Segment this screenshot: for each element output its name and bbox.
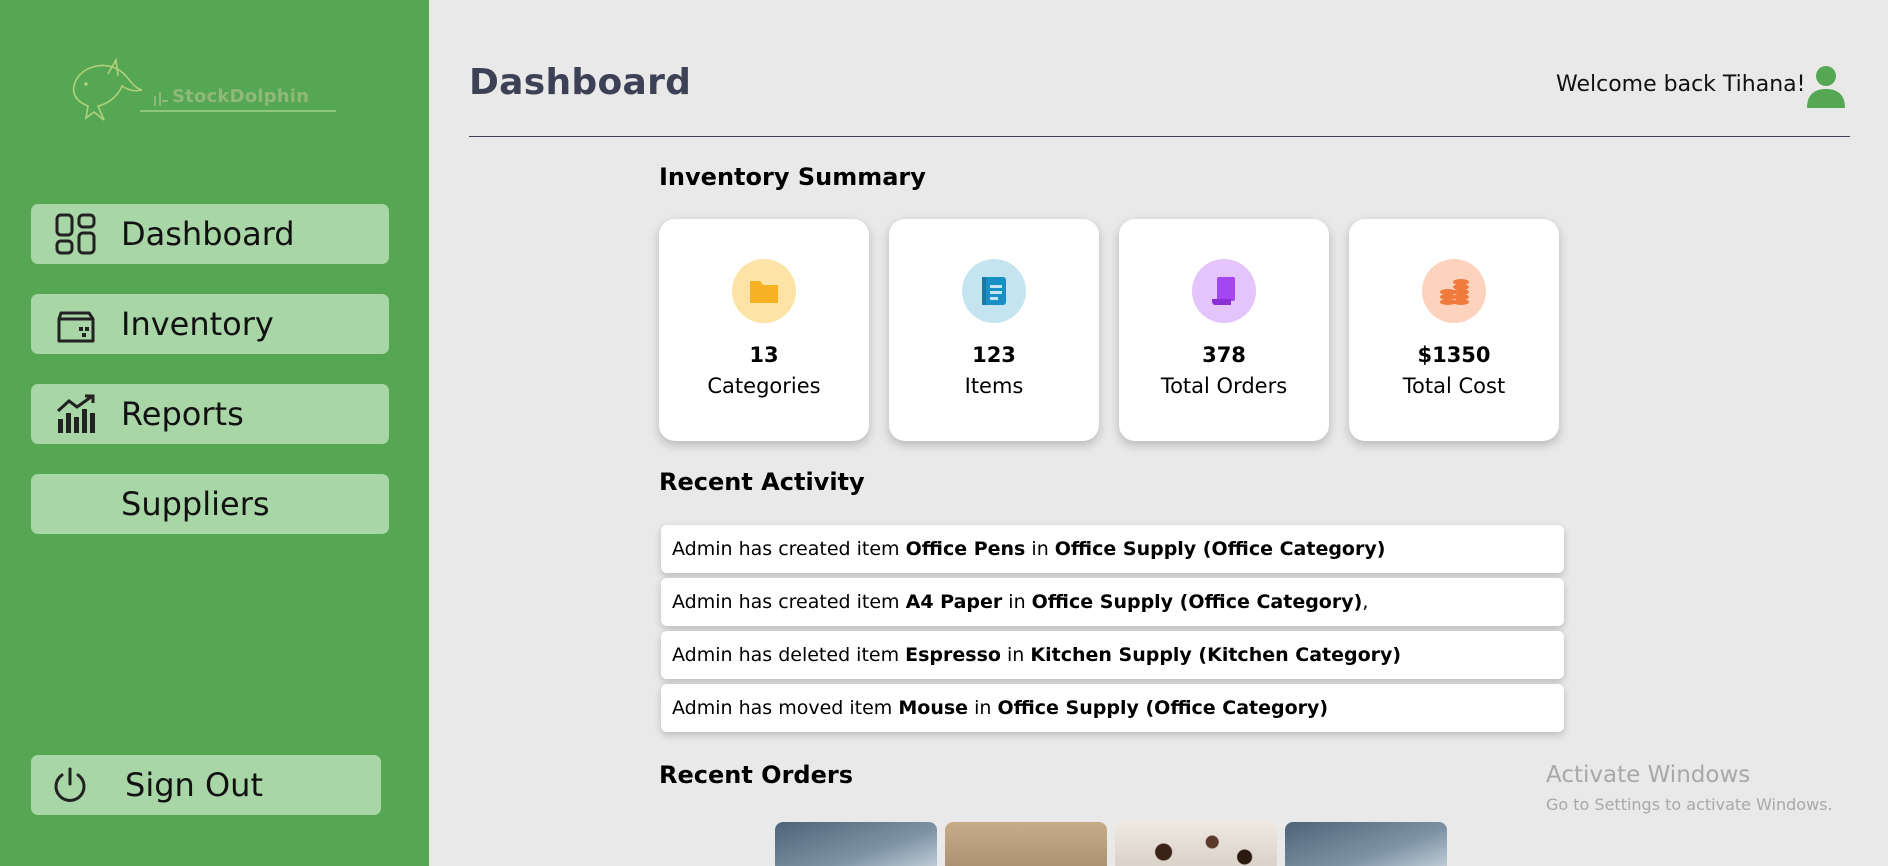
folder-icon (750, 281, 778, 303)
recent-activity-title: Recent Activity (659, 468, 865, 496)
orders-icon-circle (1192, 259, 1256, 323)
activity-suffix: , (1362, 591, 1369, 613)
card-value: $1350 (1417, 343, 1491, 367)
header-divider (469, 136, 1850, 137)
activity-text: Admin has deleted item (672, 644, 906, 666)
sign-out-label: Sign Out (125, 766, 263, 804)
items-icon-circle (962, 259, 1026, 323)
order-thumbnail[interactable] (775, 822, 937, 866)
sign-out-button[interactable]: Sign Out (31, 755, 381, 815)
summary-card-total-orders[interactable]: 378 Total Orders (1119, 219, 1329, 441)
activity-location: Office Supply (Office Category) (1031, 591, 1363, 613)
card-label: Categories (707, 374, 821, 398)
activity-location: Office Supply (Office Category) (997, 697, 1329, 719)
page-title: Dashboard (469, 62, 692, 103)
recent-orders-title: Recent Orders (659, 761, 853, 789)
activity-item-name: Office Pens (905, 538, 1026, 560)
order-thumbnail[interactable] (1285, 822, 1447, 866)
activity-text: Admin has moved item (672, 697, 899, 719)
logo-underline (140, 110, 336, 112)
sidebar-item-dashboard[interactable]: Dashboard (31, 204, 389, 264)
activity-text: in (1002, 591, 1032, 613)
order-thumbnail[interactable] (945, 822, 1107, 866)
coins-icon (1440, 279, 1469, 305)
cost-icon-circle (1422, 259, 1486, 323)
activity-item[interactable]: Admin has created item A4 Paper in Offic… (661, 578, 1564, 626)
categories-icon-circle (732, 259, 796, 323)
activity-text: Admin has created item (672, 591, 906, 613)
activate-windows-title: Activate Windows (1546, 762, 1751, 788)
scroll-icon (1212, 277, 1235, 305)
card-value: 13 (749, 343, 779, 367)
activity-item-name: Mouse (898, 697, 969, 719)
document-icon (982, 277, 1006, 305)
sidebar-item-suppliers[interactable]: Suppliers (31, 474, 389, 534)
activity-text: Admin has created item (672, 538, 906, 560)
card-label: Items (964, 374, 1024, 398)
card-label: Total Cost (1402, 374, 1506, 398)
stockdolphin-logo[interactable]: StockDolphin (68, 56, 338, 126)
inventory-box-icon (57, 311, 95, 343)
activity-location: Office Supply (Office Category) (1054, 538, 1386, 560)
dashboard-grid-icon (55, 213, 96, 255)
activity-item[interactable]: Admin has deleted item Espresso in Kitch… (661, 631, 1564, 679)
card-value: 123 (972, 343, 1016, 367)
logo-chart-icon (154, 92, 168, 106)
order-thumbnail[interactable] (1115, 822, 1277, 866)
activity-item-name: A4 Paper (905, 591, 1003, 613)
summary-card-categories[interactable]: 13 Categories (659, 219, 869, 441)
activity-text: in (1000, 644, 1031, 666)
activity-item[interactable]: Admin has moved item Mouse in Office Sup… (661, 684, 1564, 732)
power-icon (54, 767, 86, 802)
summary-card-total-cost[interactable]: $1350 Total Cost (1349, 219, 1559, 441)
card-label: Total Orders (1160, 374, 1288, 398)
sidebar-item-reports[interactable]: Reports (31, 384, 389, 444)
reports-chart-icon (56, 394, 95, 433)
card-value: 378 (1202, 343, 1246, 367)
activity-item[interactable]: Admin has created item Office Pens in Of… (661, 525, 1564, 573)
activate-windows-subtitle: Go to Settings to activate Windows. (1546, 795, 1833, 814)
user-icon[interactable] (1805, 64, 1847, 108)
sidebar-item-inventory[interactable]: Inventory (31, 294, 389, 354)
summary-card-items[interactable]: 123 Items (889, 219, 1099, 441)
dolphin-logo-icon (72, 57, 143, 121)
sidebar-item-label: Suppliers (121, 485, 270, 523)
sidebar-item-label: Dashboard (121, 215, 295, 253)
sidebar: StockDolphin Dashboard Inventory Reports… (0, 0, 429, 866)
welcome-message: Welcome back Tihana! (1556, 72, 1806, 97)
activity-text: in (1025, 538, 1055, 560)
activity-location: Kitchen Supply (Kitchen Category) (1030, 644, 1402, 666)
sidebar-item-label: Reports (121, 395, 244, 433)
sidebar-item-label: Inventory (121, 305, 274, 343)
inventory-summary-title: Inventory Summary (659, 163, 926, 191)
activity-text: in (968, 697, 998, 719)
activity-item-name: Espresso (905, 644, 1001, 666)
brand-name: StockDolphin (172, 86, 310, 107)
